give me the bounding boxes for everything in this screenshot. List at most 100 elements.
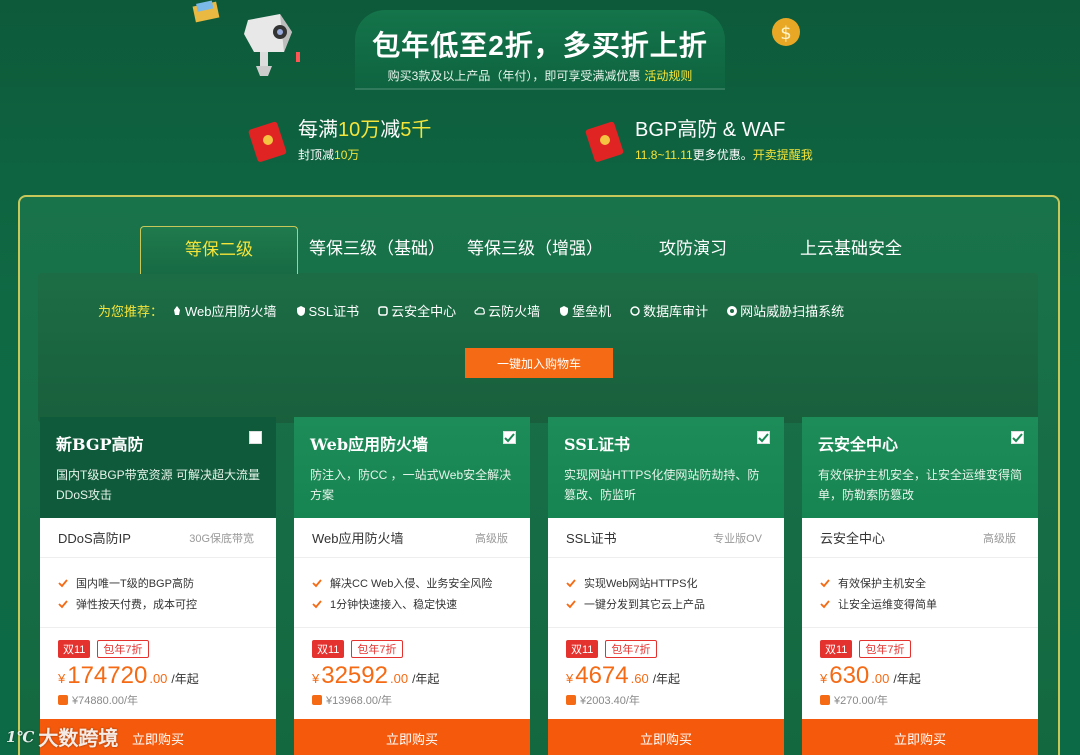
select-checkbox[interactable] — [1011, 431, 1024, 444]
badge-group: 双11 包年7折 — [566, 640, 784, 658]
original-price: ¥270.00/年 — [820, 692, 1038, 708]
discount-badge: 包年7折 — [97, 640, 149, 658]
tag-icon — [566, 695, 576, 705]
check-icon — [758, 433, 769, 443]
card-desc: 国内T级BGP带宽资源 可解决超大流量DDoS攻击 — [56, 468, 261, 502]
spec-name: SSL证书 — [566, 531, 617, 546]
shield-icon — [560, 305, 569, 316]
check-icon — [566, 599, 576, 608]
card-header: 云安全中心 有效保护主机安全，让安全运维变得简单，防勒索防篡改 — [802, 417, 1038, 518]
add-all-to-cart-button[interactable]: 一键加入购物车 — [465, 348, 613, 378]
card-title: 云安全中心 — [818, 435, 899, 454]
recommend-threat-scan[interactable]: 网站威胁扫描系统 — [726, 301, 844, 320]
recommend-label: 为您推荐： — [98, 304, 164, 319]
check-icon — [820, 599, 830, 608]
tag-icon — [820, 695, 830, 705]
promo-discount-title: 每满10万减5千 — [298, 119, 432, 141]
feature-item: 让安全运维变得简单 — [820, 593, 1020, 614]
double11-badge: 双11 — [58, 640, 91, 658]
feature-list: 实现Web网站HTTPS化 一键分发到其它云上产品 — [548, 558, 784, 628]
recommend-bar: 为您推荐： Web应用防火墙 SSL证书 云安全中心 云防火墙 堡垒机 数据库审… — [98, 301, 862, 320]
tab-level-3-basic[interactable]: 等保三级（基础） — [298, 226, 456, 274]
buy-now-button[interactable]: 立即购买 — [294, 719, 530, 755]
original-price: ¥74880.00/年 — [58, 692, 276, 708]
promo-bgp-waf: BGP高防 & WAF 11.8~11.11更多优惠。开卖提醒我 — [585, 118, 813, 163]
product-card-ssl: SSL证书 实现网站HTTPS化使网站防劫持、防篡改、防监听 SSL证书 专业版… — [548, 417, 784, 755]
double11-badge: 双11 — [312, 640, 345, 658]
price: ¥630.00/年起 — [820, 662, 921, 689]
tab-attack-drill[interactable]: 攻防演习 — [614, 226, 772, 274]
check-icon — [1012, 433, 1023, 443]
price: ¥174720.00/年起 — [58, 662, 199, 689]
watermark-text: 大数跨境 — [38, 728, 119, 750]
card-title: Web应用防火墙 — [310, 435, 429, 454]
recommend-ssl[interactable]: SSL证书 — [295, 301, 359, 320]
shield-outline-icon — [378, 305, 388, 316]
fire-icon — [174, 305, 181, 315]
check-icon — [58, 599, 68, 608]
feature-list: 国内唯一T级的BGP高防 弹性按天付费，成本可控 — [40, 558, 276, 628]
buy-now-button[interactable]: 立即购买 — [548, 719, 784, 755]
spec-version[interactable]: 高级版 — [475, 530, 508, 546]
check-icon — [58, 578, 68, 587]
level-tabs: 等保二级 等保三级（基础） 等保三级（增强） 攻防演习 上云基础安全 — [140, 226, 930, 274]
spec-version[interactable]: 专业版OV — [713, 530, 762, 546]
remind-me-link[interactable]: 开卖提醒我 — [753, 148, 813, 162]
spec-version[interactable]: 30G保底带宽 — [189, 530, 254, 546]
double11-badge: 双11 — [820, 640, 853, 658]
buy-now-button[interactable]: 立即购买 — [802, 719, 1038, 755]
check-icon — [312, 599, 322, 608]
select-checkbox[interactable] — [503, 431, 516, 444]
recommend-db-audit[interactable]: 数据库审计 — [629, 301, 708, 320]
select-checkbox[interactable] — [757, 431, 770, 444]
check-icon — [566, 578, 576, 587]
tab-level-2[interactable]: 等保二级 — [140, 226, 298, 274]
recommend-waf[interactable]: Web应用防火墙 — [171, 301, 277, 320]
card-desc: 实现网站HTTPS化使网站防劫持、防篡改、防监听 — [564, 468, 760, 502]
product-card-security-center: 云安全中心 有效保护主机安全，让安全运维变得简单，防勒索防篡改 云安全中心 高级… — [802, 417, 1038, 755]
feature-item: 国内唯一T级的BGP高防 — [58, 572, 258, 593]
promo-bgp-title: BGP高防 & WAF — [635, 119, 786, 141]
card-header: SSL证书 实现网站HTTPS化使网站防劫持、防篡改、防监听 — [548, 417, 784, 518]
rules-link[interactable]: 活动规则 — [644, 69, 692, 83]
recommend-cloud-firewall[interactable]: 云防火墙 — [474, 301, 540, 320]
spec-version[interactable]: 高级版 — [983, 530, 1016, 546]
feature-item: 实现Web网站HTTPS化 — [566, 572, 766, 593]
card-header: 新BGP高防 国内T级BGP带宽资源 可解决超大流量DDoS攻击 — [40, 417, 276, 518]
double11-badge: 双11 — [566, 640, 599, 658]
tag-icon — [312, 695, 322, 705]
shield-icon — [296, 305, 305, 316]
check-icon — [820, 578, 830, 587]
tab-level-3-enhanced[interactable]: 等保三级（增强） — [456, 226, 614, 274]
spec-name: Web应用防火墙 — [312, 531, 404, 546]
feature-item: 解决CC Web入侵、业务安全风险 — [312, 572, 512, 593]
subline-text: 购买3款及以上产品（年付），即可享受满减优惠 — [387, 69, 641, 83]
price: ¥4674.60/年起 — [566, 662, 681, 689]
badge-group: 双11 包年7折 — [58, 640, 276, 658]
watermark: 1℃ 大数跨境 — [6, 722, 118, 751]
price: ¥32592.00/年起 — [312, 662, 440, 689]
select-checkbox[interactable] — [249, 431, 262, 444]
feature-item: 弹性按天付费，成本可控 — [58, 593, 258, 614]
tag-icon — [58, 695, 68, 705]
feature-list: 解决CC Web入侵、业务安全风险 1分钟快速接入、稳定快速 — [294, 558, 530, 628]
feature-item: 1分钟快速接入、稳定快速 — [312, 593, 512, 614]
badge-group: 双11 包年7折 — [312, 640, 530, 658]
tab-cloud-basic-security[interactable]: 上云基础安全 — [772, 226, 930, 274]
recommend-security-center[interactable]: 云安全中心 — [377, 301, 456, 320]
product-card-bgp: 新BGP高防 国内T级BGP带宽资源 可解决超大流量DDoS攻击 DDoS高防I… — [40, 417, 276, 755]
watermark-logo: 1℃ — [6, 727, 35, 746]
page-headline: 包年低至2折，多买折上折 — [372, 30, 708, 61]
cloud-icon — [474, 306, 486, 315]
card-spec-row: SSL证书 专业版OV — [548, 518, 784, 558]
product-card-waf: Web应用防火墙 防注入，防CC ，一站式Web安全解决方案 Web应用防火墙 … — [294, 417, 530, 755]
recommend-bastion[interactable]: 堡垒机 — [558, 301, 611, 320]
feature-list: 有效保护主机安全 让安全运维变得简单 — [802, 558, 1038, 628]
card-desc: 有效保护主机安全，让安全运维变得简单，防勒索防篡改 — [818, 468, 1023, 502]
card-title: SSL证书 — [564, 435, 631, 454]
promo-discount: 每满10万减5千 封顶减10万 — [248, 118, 431, 163]
discount-badge: 包年7折 — [859, 640, 911, 658]
feature-item: 一键分发到其它云上产品 — [566, 593, 766, 614]
feature-item: 有效保护主机安全 — [820, 572, 1020, 593]
promo-discount-sub: 封顶减10万 — [298, 148, 360, 162]
